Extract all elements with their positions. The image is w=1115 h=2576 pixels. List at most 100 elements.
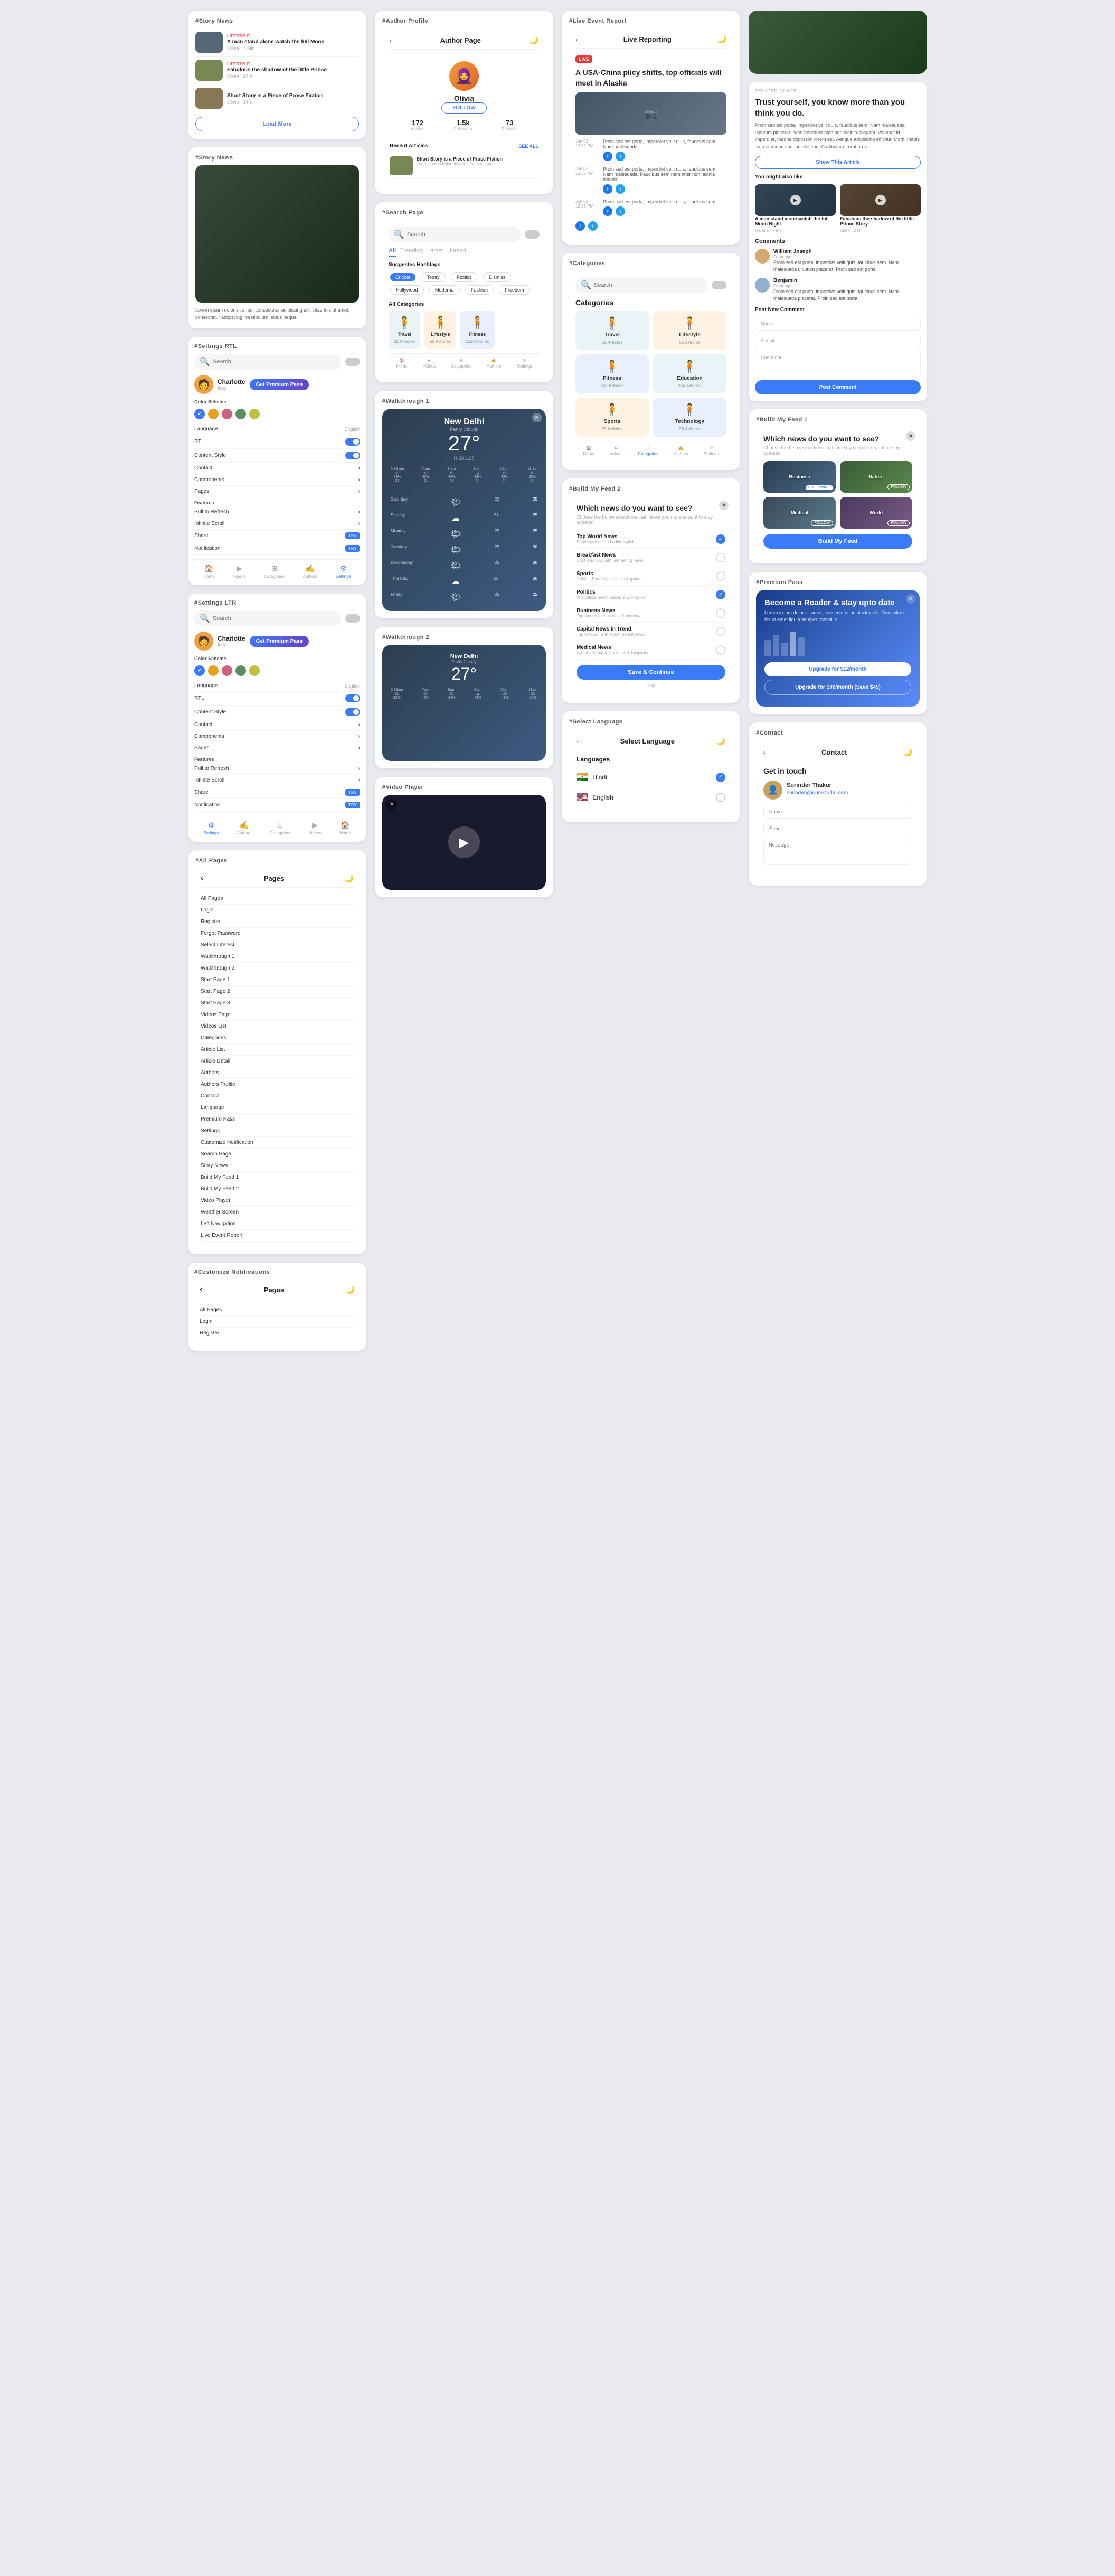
twitter-icon[interactable]: t xyxy=(588,221,598,231)
premium-close-btn[interactable]: ✕ xyxy=(906,594,915,604)
page-list-item[interactable]: Forgot Password xyxy=(201,928,354,939)
hashtag-dismiss[interactable]: Dismiss xyxy=(483,272,512,282)
rtl-search-bar[interactable]: 🔍 xyxy=(194,354,341,370)
cat-sports-card[interactable]: 🧍 Sports 78 Articles xyxy=(575,398,649,437)
tab-authors[interactable]: ✍ Authors xyxy=(303,564,318,579)
page-list-item[interactable]: Start Page 1 xyxy=(201,974,354,986)
color-dot-4[interactable] xyxy=(235,409,246,419)
feed2-item-5[interactable]: Capital News in Trend Top to touch with … xyxy=(577,623,725,641)
page-list-item[interactable]: Walkthrough 1 xyxy=(201,951,354,963)
ltr-color-dot-3[interactable] xyxy=(222,665,232,676)
page-list-item[interactable]: Video Player xyxy=(201,1195,354,1207)
hashtag-freedom[interactable]: Freedom xyxy=(499,285,530,295)
feed2-check-6[interactable] xyxy=(716,645,725,655)
page-list-item[interactable]: Start Page 3 xyxy=(201,998,354,1009)
skip-button[interactable]: Skip xyxy=(577,683,725,688)
notif-login[interactable]: Login xyxy=(200,1316,355,1328)
cat-lifestyle-card[interactable]: 🧍 Lifestyle 56 Articles xyxy=(653,311,726,350)
sp-tab-videos[interactable]: ▶ Videos xyxy=(423,358,436,369)
cat-travel-card[interactable]: 🧍 Travel 32 Articles xyxy=(575,311,649,350)
page-list-item[interactable]: Start Page 2 xyxy=(201,986,354,998)
hashtag-today[interactable]: Today xyxy=(421,272,445,282)
cat-tech-card[interactable]: 🧍 Technology 95 Articles xyxy=(653,398,726,437)
hashtag-moderna[interactable]: Moderna xyxy=(429,285,460,295)
page-list-item[interactable]: Weather Screen xyxy=(201,1207,354,1218)
tab-videos[interactable]: ▶ Videos xyxy=(233,564,245,579)
color-dot-2[interactable] xyxy=(208,409,219,419)
contact-email-input[interactable] xyxy=(763,822,912,835)
lang-back[interactable]: ‹ xyxy=(577,738,579,745)
categories-search[interactable]: 🔍 xyxy=(575,277,707,293)
cat-tab-home[interactable]: 🏠Home xyxy=(583,446,594,456)
search-dark-toggle[interactable] xyxy=(525,230,540,239)
search-panel-bar[interactable]: 🔍 xyxy=(389,227,521,242)
color-dot-5[interactable] xyxy=(249,409,260,419)
page-list-item[interactable]: Contact xyxy=(201,1090,354,1102)
notif-back[interactable]: ‹ xyxy=(200,1285,202,1294)
lang-moon[interactable]: 🌙 xyxy=(716,737,725,746)
feed2-check-0[interactable] xyxy=(716,534,725,544)
notif-register[interactable]: Register xyxy=(200,1328,355,1339)
page-list-item[interactable]: Language xyxy=(201,1102,354,1114)
feed2-item-4[interactable]: Business News Top stories on business & … xyxy=(577,604,725,623)
upgrade-yearly-button[interactable]: Upgrade for $99/month (Save $45) xyxy=(764,680,911,695)
rtl-dark-toggle[interactable] xyxy=(345,358,360,366)
feed2-check-3[interactable] xyxy=(716,590,725,599)
timeline-fb-0[interactable]: f xyxy=(603,152,612,161)
page-list-item[interactable]: Videos Page xyxy=(201,1009,354,1021)
cat-tab-authors[interactable]: ✍Authors xyxy=(674,446,688,456)
lang-english[interactable]: 🇺🇸 English xyxy=(577,787,725,807)
english-radio[interactable] xyxy=(716,793,725,802)
feed-card-medical-follow[interactable]: FOLLOW xyxy=(811,520,833,526)
hashtag-fashion[interactable]: Fashion xyxy=(465,285,494,295)
page-list-item[interactable]: Videos List xyxy=(201,1021,354,1032)
search-cat-travel[interactable]: 🧍 Travel 32 Articles xyxy=(389,311,420,349)
search-cat-lifestyle[interactable]: 🧍 Lifestyle 56 Articles xyxy=(424,311,456,349)
timeline-fb-2[interactable]: f xyxy=(603,206,612,216)
timeline-tw-2[interactable]: t xyxy=(616,206,625,216)
cat-tab-videos[interactable]: ▶Videos xyxy=(610,446,622,456)
ltr-color-dot-5[interactable] xyxy=(249,665,260,676)
page-list-item[interactable]: Settings xyxy=(201,1125,354,1137)
page-list-item[interactable]: Walkthrough 2 xyxy=(201,963,354,974)
rtl-toggle[interactable] xyxy=(345,438,360,446)
feed2-check-4[interactable] xyxy=(716,608,725,618)
feed2-item-6[interactable]: Medical News Latest treatment, business … xyxy=(577,641,725,660)
feed2-check-2[interactable] xyxy=(716,571,725,581)
sp-tab-categories[interactable]: ⊞ Categories xyxy=(451,358,471,369)
page-list-item[interactable]: Register xyxy=(201,916,354,928)
rtl-premium-btn[interactable]: Get Premium Pass xyxy=(250,379,309,390)
contact-back[interactable]: ‹ xyxy=(763,748,766,756)
page-list-item[interactable]: All Pages xyxy=(201,893,354,905)
walkthrough1-close[interactable]: ✕ xyxy=(532,413,542,422)
ltr-tab-videos[interactable]: ▶ Videos xyxy=(308,821,321,835)
ltr-search-bar[interactable]: 🔍 xyxy=(194,610,341,626)
follow-button[interactable]: FOLLOW xyxy=(441,102,486,114)
page-list-item[interactable]: Customize Notification xyxy=(201,1137,354,1149)
feed2-item-1[interactable]: Breakfast News Start your day with inter… xyxy=(577,549,725,567)
page-list-item[interactable]: Article List xyxy=(201,1044,354,1056)
feed1-close-btn[interactable]: ✕ xyxy=(906,431,915,441)
cat-tab-settings[interactable]: ⚙Settings xyxy=(704,446,719,456)
ltr-color-dot-2[interactable] xyxy=(208,665,219,676)
facebook-icon[interactable]: f xyxy=(575,221,585,231)
page-list-item[interactable]: Authors xyxy=(201,1067,354,1079)
ltr-rtl-toggle[interactable] xyxy=(345,694,360,702)
tab-categories[interactable]: ⊞ Categories xyxy=(264,564,285,579)
video-close-btn[interactable]: ✕ xyxy=(386,799,397,810)
lang-hindi[interactable]: 🇮🇳 Hindi xyxy=(577,767,725,787)
search-panel-input[interactable] xyxy=(407,231,515,238)
page-list-item[interactable]: Build My Feed 2 xyxy=(201,1183,354,1195)
feed-card-business-following[interactable]: FOLLOWING xyxy=(806,485,833,490)
categories-dark-toggle[interactable] xyxy=(712,281,726,289)
sp-tab-authors[interactable]: ✍ Authors xyxy=(487,358,502,369)
hashtag-hollywood[interactable]: Hollywood xyxy=(390,285,424,295)
ltr-tab-categories[interactable]: ⊞ Categories xyxy=(270,821,290,835)
page-list-item[interactable]: Left Navigation xyxy=(201,1218,354,1230)
contact-name-input[interactable] xyxy=(763,805,912,819)
sp-tab-settings[interactable]: ⚙ Settings xyxy=(517,358,532,369)
video-play-btn[interactable]: ▶ xyxy=(448,826,480,858)
filter-tab-all[interactable]: All xyxy=(389,248,396,257)
pages-panel-back[interactable]: ‹ xyxy=(201,873,203,883)
timeline-fb-1[interactable]: f xyxy=(603,184,612,194)
